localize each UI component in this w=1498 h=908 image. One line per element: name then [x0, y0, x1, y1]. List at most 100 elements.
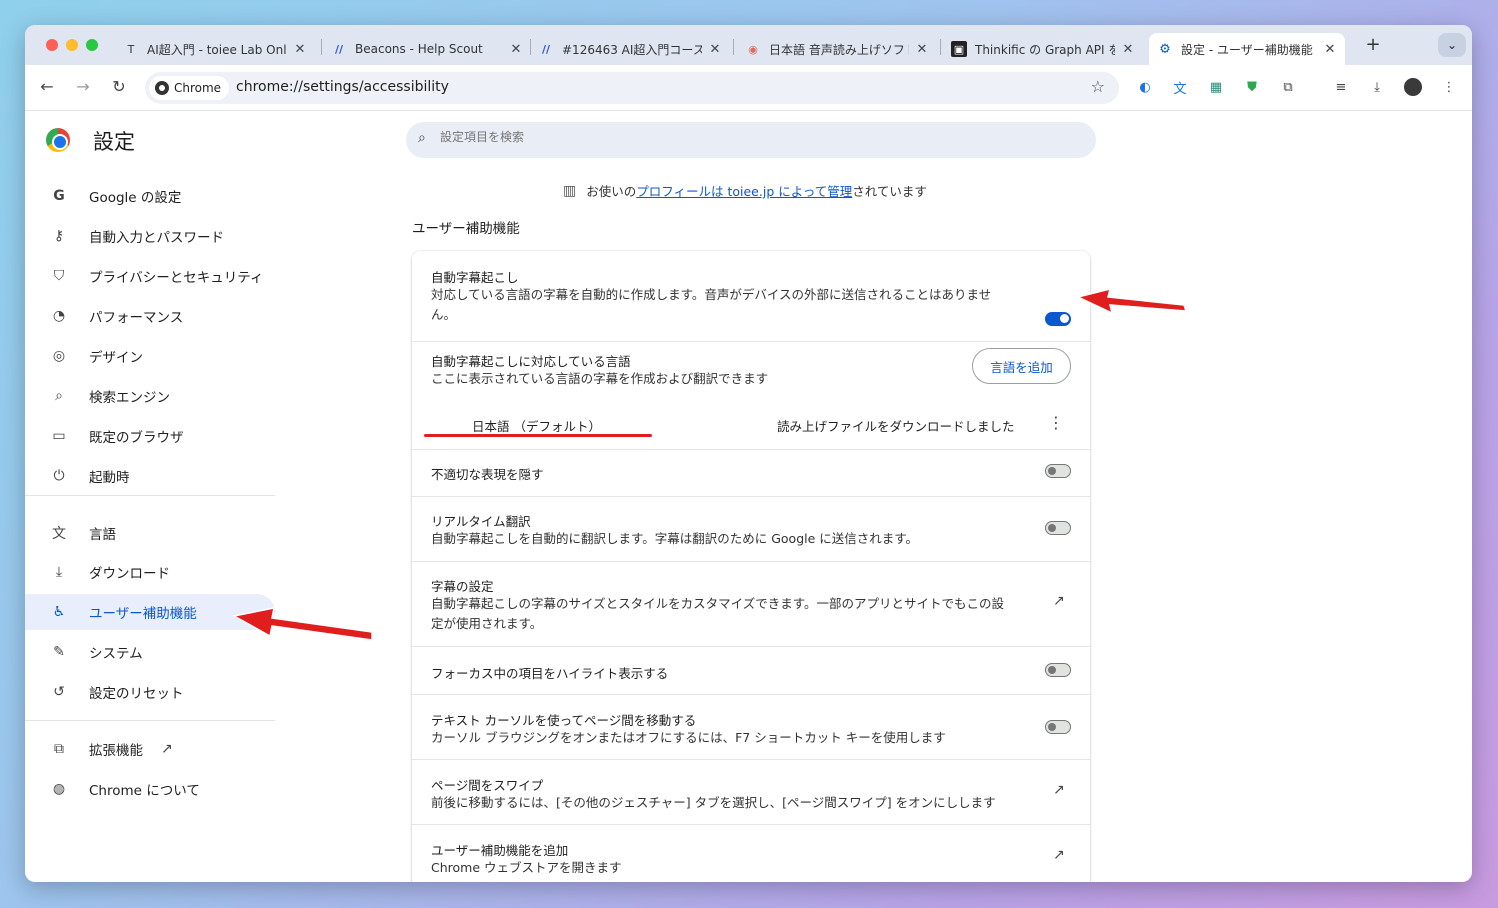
tab-beacons[interactable]: // Beacons - Help Scout ✕ [323, 33, 531, 65]
sidebar-item-label: 検索エンジン [89, 390, 170, 406]
translate-icon[interactable]: 文 [1170, 77, 1190, 97]
language-download-status: 読み上げファイルをダウンロードしました [777, 419, 1015, 434]
building-icon: ▥ [563, 182, 577, 199]
tab-title: Beacons - Help Scout [355, 42, 483, 56]
close-icon[interactable]: ✕ [1121, 42, 1135, 57]
row-divider [412, 694, 1090, 695]
extension-grid-icon[interactable]: ▦ [1206, 77, 1226, 97]
reload-button[interactable]: ↻ [107, 75, 131, 99]
row-divider [412, 824, 1090, 825]
external-link-icon[interactable]: ↗ [1053, 782, 1065, 798]
caret-browsing-toggle[interactable] [1045, 720, 1071, 734]
tab-ai-course[interactable]: T AI超入門 - toiee Lab Onli ✕ [115, 33, 315, 65]
close-icon[interactable]: ✕ [293, 42, 307, 57]
google-icon: G [53, 188, 65, 204]
close-icon[interactable]: ✕ [915, 42, 929, 57]
add-features-title: ユーザー補助機能を追加 [431, 843, 569, 858]
toolbar: ← → ↻ Chrome chrome://settings/accessibi… [25, 65, 1472, 111]
site-info-chip[interactable]: Chrome [149, 76, 230, 100]
sidebar-item-label: Google の設定 [89, 190, 182, 206]
speedometer-icon: ◔ [52, 308, 66, 324]
sidebar-divider [25, 495, 275, 496]
shield-icon: ⛉ [53, 268, 65, 284]
tab-title: AI超入門 - toiee Lab Onli [147, 42, 287, 57]
row-divider [412, 496, 1090, 497]
sidebar-item-default-browser[interactable]: ▭ 既定のブラウザ [25, 418, 275, 454]
tab-ticket[interactable]: // #126463 AI超入門コース ✕ [530, 33, 730, 65]
sidebar-item-downloads[interactable]: ⤓ ダウンロード [25, 554, 275, 590]
live-translate-desc: 自動字幕起こしを自動的に翻訳します。字幕は翻訳のために Google に送信され… [431, 531, 919, 546]
bookmark-star-icon[interactable]: ☆ [1091, 77, 1105, 96]
external-link-icon: ↗ [161, 741, 173, 757]
close-icon[interactable]: ✕ [708, 42, 722, 57]
chrome-icon [155, 81, 169, 95]
sidebar-item-startup[interactable]: ⏻ 起動時 [25, 458, 275, 494]
tab-tts[interactable]: ◉ 日本語 音声読み上げソフト ✕ [737, 33, 937, 65]
caret-browsing-desc: カーソル ブラウジングをオンまたはオフにするには、F7 ショートカット キーを使… [431, 730, 946, 745]
address-bar[interactable]: Chrome chrome://settings/accessibility ☆ [145, 72, 1119, 104]
focus-highlight-title: フォーカス中の項目をハイライト表示する [431, 666, 669, 681]
palette-icon: ◎ [52, 348, 66, 364]
sidebar-item-languages[interactable]: 文 言語 [25, 515, 275, 551]
annotation-underline [424, 434, 652, 437]
hide-profanity-toggle[interactable] [1045, 464, 1071, 478]
sidebar-item-label: 既定のブラウザ [89, 430, 184, 446]
minimize-window-button[interactable] [66, 39, 78, 51]
close-window-button[interactable] [46, 39, 58, 51]
menu-kebab-icon[interactable]: ⋮ [1439, 77, 1459, 97]
close-icon[interactable]: ✕ [1323, 42, 1337, 57]
tab-settings-accessibility[interactable]: ⚙ 設定 - ユーザー補助機能 ✕ [1149, 33, 1345, 65]
sidebar-item-label: システム [89, 646, 143, 662]
sidebar-item-privacy[interactable]: ⛉ プライバシーとセキュリティ [25, 258, 275, 294]
sidebar-item-appearance[interactable]: ◎ デザイン [25, 338, 275, 374]
close-icon[interactable]: ✕ [509, 42, 523, 57]
sidebar-item-label: デザイン [89, 350, 143, 366]
shield-icon[interactable]: ⛊ [1242, 77, 1262, 97]
new-tab-button[interactable]: + [1361, 34, 1385, 58]
live-caption-toggle[interactable] [1045, 312, 1071, 326]
extension-ai-icon[interactable]: ◐ [1135, 77, 1155, 97]
search-icon: ⌕ [55, 388, 63, 404]
tts-site-icon: ◉ [748, 42, 758, 56]
external-link-icon[interactable]: ↗ [1053, 847, 1065, 863]
sidebar-item-autofill[interactable]: ⚷ 自動入力とパスワード [25, 218, 275, 254]
sidebar-item-reset[interactable]: ↺ 設定のリセット [25, 674, 275, 710]
reading-list-icon[interactable]: ≡ [1331, 77, 1351, 97]
sidebar-item-search-engine[interactable]: ⌕ 検索エンジン [25, 378, 275, 414]
avatar[interactable] [1403, 77, 1423, 97]
tab-search-button[interactable]: ⌄ [1438, 33, 1466, 57]
sidebar-item-about-chrome[interactable]: ◍ Chrome について [25, 771, 275, 807]
tab-thinkific[interactable]: ▣ Thinkific の Graph API を ✕ [943, 33, 1143, 65]
add-language-button[interactable]: 言語を追加 [972, 348, 1071, 384]
browser-window-icon: ▭ [52, 428, 66, 444]
sidebar-item-google[interactable]: G Google の設定 [25, 178, 275, 214]
sidebar-item-label: Chrome について [89, 783, 200, 799]
sidebar-item-extensions[interactable]: ⧉ 拡張機能 ↗ [25, 731, 275, 767]
tab-title: 設定 - ユーザー補助機能 [1181, 42, 1313, 57]
settings-search[interactable]: ⌕ [406, 122, 1096, 158]
search-input[interactable] [440, 130, 1040, 144]
url-text[interactable]: chrome://settings/accessibility [236, 79, 449, 95]
annotation-arrow-toggle [1075, 287, 1188, 315]
managed-suffix: されています [852, 184, 927, 199]
external-link-icon[interactable]: ↗ [1053, 593, 1065, 609]
back-button[interactable]: ← [35, 75, 59, 99]
live-caption-desc: 対応している言語の字幕を自動的に作成します。音声がデバイスの外部に送信されること… [431, 287, 992, 302]
focus-highlight-toggle[interactable] [1045, 663, 1071, 677]
managed-link[interactable]: プロフィールは toiee.jp によって管理 [636, 181, 852, 200]
caret-browsing-title: テキスト カーソルを使ってページ間を移動する [431, 713, 697, 728]
sidebar-item-label: 自動入力とパスワード [89, 230, 224, 246]
chrome-logo [46, 128, 70, 152]
language-more-icon[interactable]: ⋮ [1048, 413, 1064, 432]
download-icon[interactable]: ⤓ [1367, 77, 1387, 97]
sidebar-item-label: ユーザー補助機能 [89, 606, 197, 622]
extensions-puzzle-icon[interactable]: ⧉ [1278, 77, 1298, 97]
gear-icon: ⚙ [1159, 41, 1171, 57]
zoom-window-button[interactable] [86, 39, 98, 51]
forward-button[interactable]: → [71, 75, 95, 99]
chrome-icon: ◍ [52, 781, 66, 797]
annotation-arrow-sidebar [231, 607, 373, 641]
sidebar-item-performance[interactable]: ◔ パフォーマンス [25, 298, 275, 334]
tab-separator [733, 39, 734, 55]
live-translate-toggle[interactable] [1045, 521, 1071, 535]
